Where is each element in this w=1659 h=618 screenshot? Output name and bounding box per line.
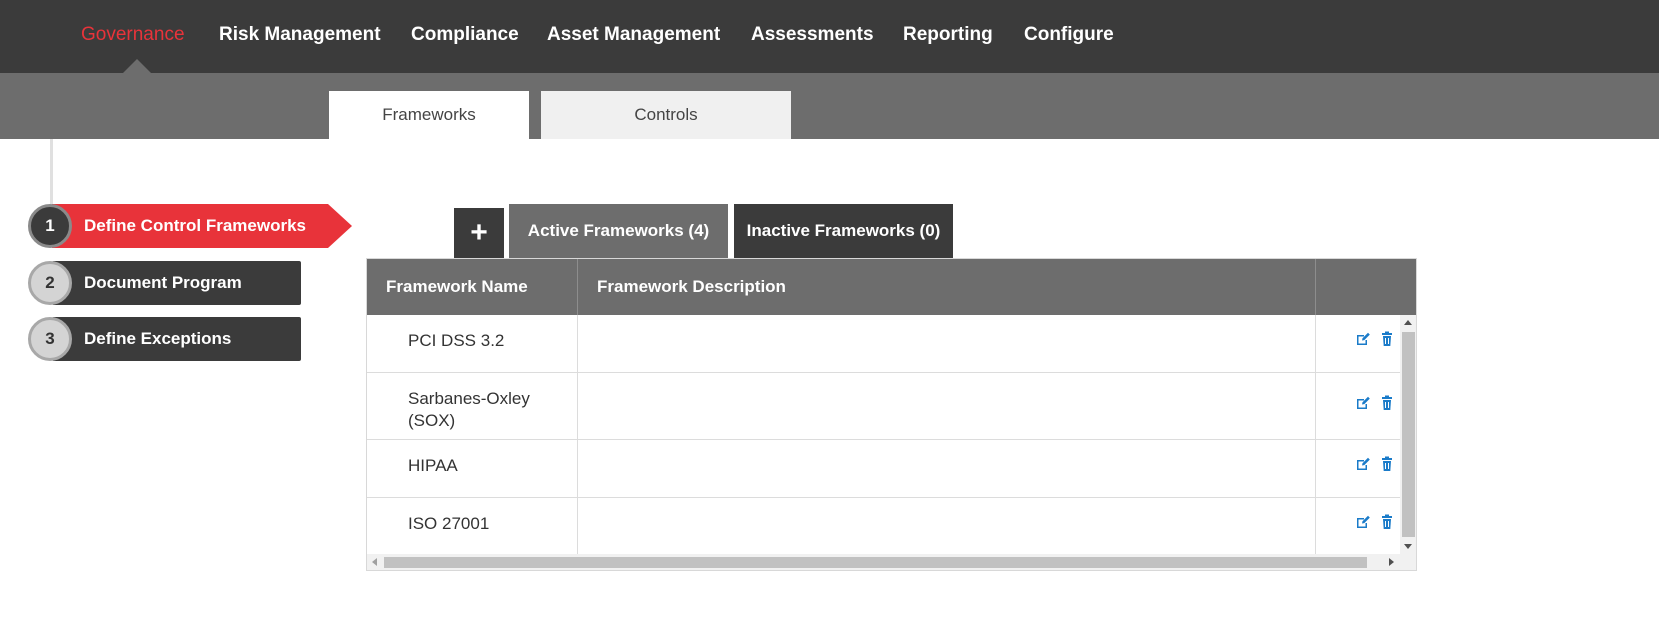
table-row[interactable]: ISO 27001 — [367, 498, 1400, 554]
top-navigation: Governance Risk Management Compliance As… — [0, 0, 1659, 73]
step-number: 3 — [28, 317, 72, 361]
trash-icon[interactable] — [1379, 514, 1395, 530]
trash-icon[interactable] — [1379, 331, 1395, 347]
framework-name-cell: Sarbanes-Oxley (SOX) — [367, 373, 578, 439]
vertical-scrollbar[interactable] — [1400, 315, 1416, 554]
framework-name-cell: PCI DSS 3.2 — [367, 315, 578, 372]
scroll-right-arrow-icon[interactable] — [1389, 558, 1394, 566]
step-label: Define Exceptions — [52, 317, 301, 361]
frameworks-table: Framework Name Framework Description PCI… — [366, 258, 1417, 571]
active-nav-indicator — [123, 59, 151, 73]
edit-icon[interactable] — [1355, 456, 1371, 472]
tab-inactive-frameworks[interactable]: Inactive Frameworks (0) — [734, 204, 953, 258]
actions-cell — [1316, 440, 1400, 497]
nav-governance[interactable]: Governance — [81, 24, 185, 46]
nav-risk-management[interactable]: Risk Management — [219, 24, 381, 46]
scroll-down-arrow-icon[interactable] — [1404, 544, 1412, 549]
horizontal-scroll-thumb[interactable] — [384, 557, 1367, 568]
table-row[interactable]: HIPAA — [367, 440, 1400, 498]
nav-asset-management[interactable]: Asset Management — [547, 24, 720, 46]
trash-icon[interactable] — [1379, 395, 1395, 411]
horizontal-scrollbar[interactable] — [367, 554, 1416, 570]
tab-active-frameworks[interactable]: Active Frameworks (4) — [509, 204, 728, 258]
edit-icon[interactable] — [1355, 514, 1371, 530]
framework-description-cell — [578, 315, 1316, 372]
sub-tab-bar: Frameworks Controls — [0, 73, 1659, 139]
trash-icon[interactable] — [1379, 456, 1395, 472]
vertical-scroll-thumb[interactable] — [1402, 332, 1415, 537]
actions-cell — [1316, 498, 1400, 554]
nav-assessments[interactable]: Assessments — [751, 24, 874, 46]
table-body: PCI DSS 3.2 Sarbanes-Oxley (SOX) HIPAA I… — [367, 315, 1400, 554]
header-framework-description[interactable]: Framework Description — [578, 259, 1316, 315]
table-row[interactable]: Sarbanes-Oxley (SOX) — [367, 373, 1400, 440]
step-connector-line — [50, 139, 53, 209]
header-framework-name[interactable]: Framework Name — [367, 259, 578, 315]
step-number: 2 — [28, 261, 72, 305]
edit-icon[interactable] — [1355, 395, 1371, 411]
framework-description-cell — [578, 373, 1316, 439]
header-actions — [1316, 259, 1416, 315]
step-label: Document Program — [52, 261, 301, 305]
framework-description-cell — [578, 440, 1316, 497]
tab-controls[interactable]: Controls — [541, 91, 791, 139]
step-label: Define Control Frameworks — [52, 204, 328, 248]
scroll-up-arrow-icon[interactable] — [1404, 320, 1412, 325]
framework-name-cell: HIPAA — [367, 440, 578, 497]
table-header: Framework Name Framework Description — [367, 259, 1416, 315]
tab-frameworks[interactable]: Frameworks — [329, 91, 529, 139]
actions-cell — [1316, 315, 1400, 372]
nav-configure[interactable]: Configure — [1024, 24, 1114, 46]
add-framework-button[interactable]: + — [454, 208, 504, 258]
nav-compliance[interactable]: Compliance — [411, 24, 519, 46]
actions-cell — [1316, 373, 1400, 439]
framework-description-cell — [578, 498, 1316, 554]
step-active-arrow — [328, 204, 352, 248]
table-row[interactable]: PCI DSS 3.2 — [367, 315, 1400, 373]
framework-name-cell: ISO 27001 — [367, 498, 578, 554]
step-number: 1 — [28, 204, 72, 248]
scroll-left-arrow-icon[interactable] — [372, 558, 377, 566]
nav-reporting[interactable]: Reporting — [903, 24, 993, 46]
edit-icon[interactable] — [1355, 331, 1371, 347]
